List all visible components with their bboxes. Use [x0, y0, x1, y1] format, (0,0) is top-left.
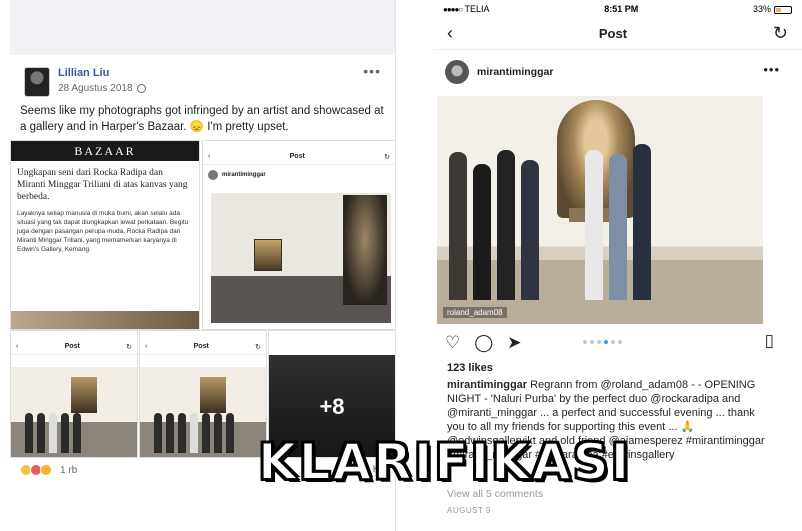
- post-date-text[interactable]: 28 Agustus 2018: [58, 83, 133, 94]
- feed-background: [10, 0, 395, 55]
- globe-icon: [136, 84, 146, 93]
- caption-username[interactable]: mirantiminggar: [447, 379, 527, 391]
- photo-thumb-2[interactable]: ‹ Post ↻: [139, 330, 267, 458]
- wow-reaction-icon: [40, 464, 52, 476]
- signal-icon: ●●●●○: [443, 5, 463, 14]
- more-options-icon[interactable]: •••: [763, 62, 780, 77]
- post-photo[interactable]: roland_adam08: [437, 96, 763, 324]
- mini-status-bar: [11, 331, 137, 339]
- mini-status-bar: [140, 331, 266, 339]
- mini-status-bar: [203, 141, 395, 149]
- mini-nav-title: Post: [193, 343, 209, 350]
- overlay-title: KLARIFIKASI: [257, 433, 632, 491]
- group-of-people: [449, 144, 651, 300]
- bazaar-headline: Ungkapan seni dari Rocka Radipa dan Mira…: [17, 168, 188, 202]
- back-icon[interactable]: ‹: [447, 23, 453, 44]
- post-date[interactable]: 28 Agustus 2018: [58, 83, 146, 94]
- post-username[interactable]: mirantiminggar: [477, 66, 553, 78]
- likes-count[interactable]: 123 likes: [447, 362, 493, 374]
- mini-avatar: [208, 170, 218, 180]
- mini-nav-title: Post: [289, 153, 305, 160]
- mini-username: mirantiminggar: [222, 172, 266, 178]
- more-options-icon[interactable]: •••: [363, 63, 381, 79]
- photo-grid: BAZAAR Ungkapan seni dari Rocka Radipa d…: [10, 140, 395, 458]
- bazaar-logo: BAZAAR: [11, 141, 199, 161]
- mini-nav-bar: ‹ Post ↻: [11, 339, 137, 355]
- author-avatar[interactable]: [24, 67, 50, 97]
- mini-nav-bar: ‹ Post ↻: [203, 149, 395, 165]
- photo-credit: roland_adam08: [443, 307, 507, 318]
- like-icon[interactable]: ♡: [445, 333, 460, 353]
- refresh-icon: ↻: [126, 343, 132, 351]
- mini-user-row: mirantiminggar: [203, 165, 395, 185]
- mini-nav-bar: ‹ Post ↻: [140, 339, 266, 355]
- artwork: [71, 377, 97, 413]
- gallery-photo: [211, 193, 391, 323]
- post-header[interactable]: mirantiminggar: [445, 60, 553, 84]
- people: [25, 413, 81, 453]
- artwork: [200, 377, 226, 413]
- gallery-sculpture: [343, 195, 387, 305]
- reactions-summary[interactable]: 1 rb: [20, 464, 77, 476]
- people: [154, 413, 234, 453]
- user-avatar[interactable]: [445, 60, 469, 84]
- comment-icon[interactable]: ◯: [474, 333, 493, 353]
- photo-thumb-1[interactable]: ‹ Post ↻: [10, 330, 138, 458]
- share-icon[interactable]: ➤: [507, 333, 521, 353]
- back-icon: ‹: [16, 343, 19, 350]
- back-icon: ‹: [145, 343, 148, 350]
- back-icon: ‹: [208, 153, 211, 160]
- refresh-icon: ↻: [384, 153, 390, 161]
- carousel-dots: [583, 340, 622, 344]
- author-name[interactable]: Lillian Liu: [58, 67, 109, 79]
- photo-bazaar-article[interactable]: BAZAAR Ungkapan seni dari Rocka Radipa d…: [10, 140, 200, 330]
- group-photo: [140, 367, 266, 457]
- nav-bar: ‹ Post ↻: [433, 18, 802, 50]
- bazaar-image-strip: [11, 311, 199, 329]
- clock: 8:51 PM: [604, 4, 639, 14]
- post-text: Seems like my photographs got infringed …: [20, 105, 384, 133]
- bookmark-icon[interactable]: ▯: [765, 331, 774, 351]
- battery-icon: [774, 5, 792, 14]
- photo-instagram-screenshot[interactable]: ‹ Post ↻ mirantiminggar: [202, 140, 395, 330]
- refresh-icon: ↻: [255, 343, 261, 351]
- mini-nav-title: Post: [64, 343, 80, 350]
- battery: 33%: [753, 4, 792, 14]
- group-photo: [11, 367, 137, 457]
- gallery-artwork: [254, 239, 282, 271]
- refresh-icon[interactable]: ↻: [773, 23, 788, 44]
- carrier: ●●●●○ TELIA: [443, 4, 490, 14]
- reaction-count[interactable]: 1 rb: [60, 465, 77, 476]
- post-date: AUGUST 9: [447, 506, 491, 515]
- action-bar: ♡ ◯ ➤: [445, 333, 522, 353]
- bazaar-body: Layaknya setiap manusia di muka bumi, ak…: [17, 210, 189, 253]
- nav-title: Post: [598, 26, 628, 41]
- status-bar: ●●●●○ TELIA 8:51 PM 33%: [433, 0, 802, 18]
